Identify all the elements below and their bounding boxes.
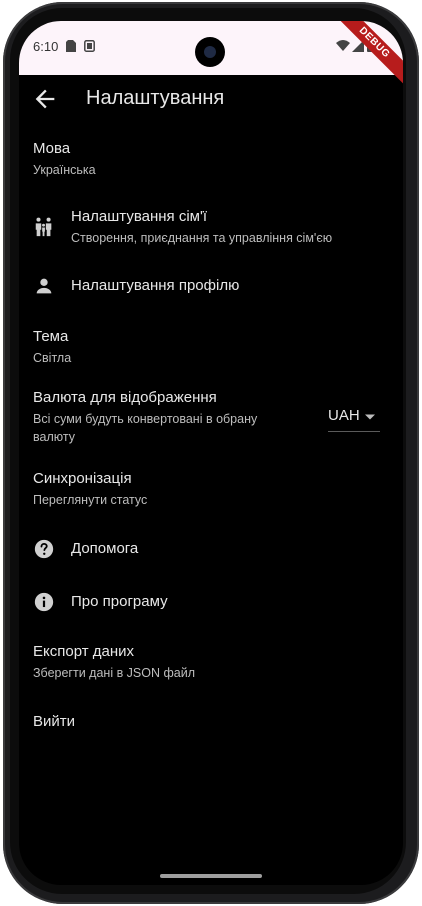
home-indicator[interactable] (160, 874, 262, 878)
export-subtitle: Зберегти дані в JSON файл (33, 666, 195, 680)
sync-subtitle: Переглянути статус (33, 493, 148, 507)
theme-value: Світла (33, 351, 72, 365)
status-time: 6:10 (33, 39, 59, 54)
wifi-icon (336, 40, 350, 51)
storage-icon (84, 40, 95, 52)
settings-item-help[interactable]: Допомога (19, 528, 403, 570)
settings-item-export[interactable]: Експорт даних Зберегти дані в JSON файл (19, 636, 403, 692)
sim-card-icon (66, 40, 76, 52)
screen: 6:10 DEBUG Налаштування Мова Українська … (19, 21, 403, 885)
status-bar: 6:10 DEBUG (19, 21, 403, 88)
language-title: Мова (33, 140, 71, 157)
currency-subtitle-line2: валюту (33, 430, 75, 444)
app-bar: Налаштування (19, 75, 403, 123)
settings-item-sync[interactable]: Синхронізація Переглянути статус (19, 463, 403, 519)
export-title: Експорт даних (33, 643, 135, 660)
front-camera (195, 37, 225, 67)
currency-selected-value: UAH (328, 407, 360, 424)
help-icon (34, 539, 54, 559)
settings-item-about[interactable]: Про програму (19, 581, 403, 623)
settings-item-family[interactable]: Налаштування сім'ї Створення, приєднання… (19, 199, 403, 255)
family-subtitle: Створення, приєднання та управління сім'… (71, 231, 333, 245)
settings-item-theme[interactable]: Тема Світла (19, 321, 403, 377)
settings-item-profile[interactable]: Налаштування профілю (19, 265, 403, 307)
person-icon (36, 278, 52, 294)
profile-title: Налаштування профілю (71, 277, 240, 294)
phone-frame: 6:10 DEBUG Налаштування Мова Українська … (0, 0, 422, 906)
currency-dropdown[interactable]: UAH (328, 405, 380, 432)
family-title: Налаштування сім'ї (71, 208, 208, 225)
page-title: Налаштування (86, 87, 225, 109)
language-value: Українська (33, 163, 96, 177)
logout-title: Вийти (33, 713, 76, 730)
help-title: Допомога (71, 540, 139, 557)
currency-subtitle-line1: Всі суми будуть конвертовані в обрану (33, 412, 258, 426)
settings-item-language[interactable]: Мова Українська (19, 133, 403, 189)
settings-item-logout[interactable]: Вийти (19, 704, 403, 740)
sync-title: Синхронізація (33, 470, 132, 487)
about-title: Про програму (71, 593, 168, 610)
family-icon (35, 217, 52, 237)
currency-title: Валюта для відображення (33, 389, 217, 406)
info-icon (34, 592, 54, 612)
dropdown-arrow-icon (365, 414, 375, 420)
theme-title: Тема (33, 328, 69, 345)
arrow-back-icon[interactable] (31, 85, 59, 113)
